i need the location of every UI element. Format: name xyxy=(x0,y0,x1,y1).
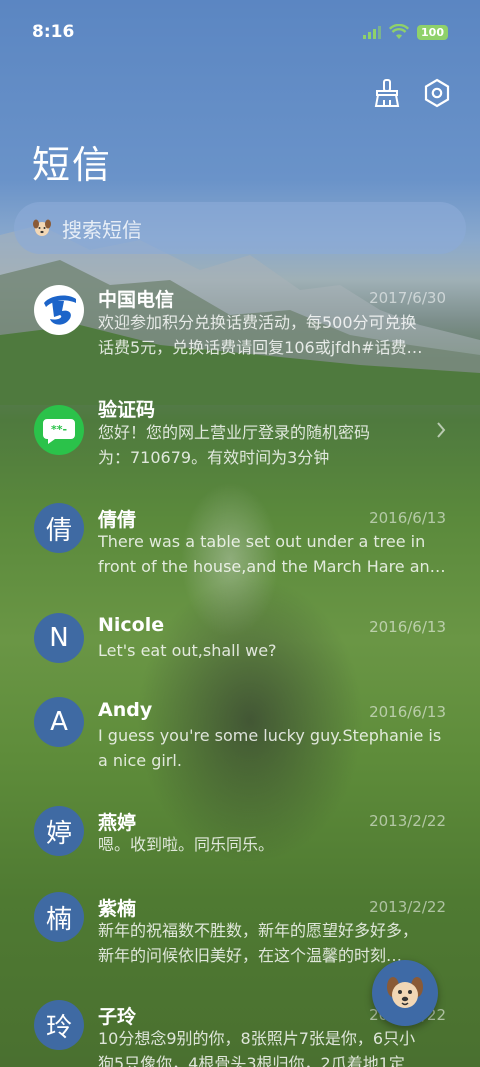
conversation-preview: 嗯。收到啦。同乐同乐。 xyxy=(98,835,275,854)
chevron-right-icon xyxy=(437,422,446,438)
conversation-preview: Let's eat out,shall we? xyxy=(98,641,277,660)
conversation-preview: 欢迎参加积分兑换话费活动，每500分可兑换 话费5元，兑换话费请回复106或jf… xyxy=(98,313,423,357)
wifi-icon xyxy=(389,24,410,39)
conversation-date: 2016/6/13 xyxy=(369,703,446,721)
conversation-name: 紫楠 xyxy=(98,898,137,920)
status-time: 8:16 xyxy=(32,22,75,42)
avatar: N xyxy=(34,613,84,663)
conversation-name: 验证码 xyxy=(98,399,156,421)
conversation-date: 2016/6/13 xyxy=(369,618,446,636)
avatar: 楠 xyxy=(34,892,84,942)
broom-icon[interactable] xyxy=(370,76,404,110)
conversation-date: 2013/2/22 xyxy=(369,812,446,830)
avatar: A xyxy=(34,697,84,747)
header-actions xyxy=(370,76,454,110)
new-message-fab[interactable] xyxy=(372,960,438,1026)
dog-icon xyxy=(387,977,423,1008)
settings-hexagon-icon[interactable] xyxy=(420,76,454,110)
conversation-preview: 10分想念9别的你，8张照片7张是你，6只小 狗5只像你，4根骨头3根归你，2爪… xyxy=(98,1029,421,1067)
page-title: 短信 xyxy=(32,143,113,187)
chinatelecom-logo xyxy=(34,285,84,335)
conversation-name: 中国电信 xyxy=(98,289,175,311)
conversation-name: 子玲 xyxy=(98,1006,137,1028)
conversation-preview: 您好！您的网上营业厅登录的随机密码 为：710679。有效时间为3分钟 xyxy=(98,423,371,467)
conversation-name: Nicole xyxy=(98,614,165,636)
conversation-name: 燕婷 xyxy=(98,812,137,834)
battery-indicator: 100 xyxy=(417,24,448,40)
conversation-date: 2016/6/13 xyxy=(369,509,446,527)
status-bar: 8:16 100 xyxy=(0,0,480,64)
signal-icon xyxy=(363,26,382,39)
avatar: 婷 xyxy=(34,806,84,856)
conversation-date: 2013/2/22 xyxy=(369,898,446,916)
chat-bubble-logo: **- xyxy=(34,405,84,455)
svg-text:**-: **- xyxy=(51,423,67,436)
status-icons: 100 xyxy=(363,24,448,40)
dog-icon xyxy=(33,219,51,236)
conversation-date: 2017/6/30 xyxy=(369,289,446,307)
conversation-name: 倩倩 xyxy=(98,509,137,531)
conversation-preview: I guess you're some lucky guy.Stephanie … xyxy=(98,726,442,770)
search-bar[interactable]: 搜索短信 xyxy=(14,202,466,254)
conversation-name: Andy xyxy=(98,699,153,721)
search-placeholder: 搜索短信 xyxy=(62,217,142,242)
avatar: 玲 xyxy=(34,1000,84,1050)
avatar: 倩 xyxy=(34,503,84,553)
conversation-preview: There was a table set out under a tree i… xyxy=(98,532,446,576)
